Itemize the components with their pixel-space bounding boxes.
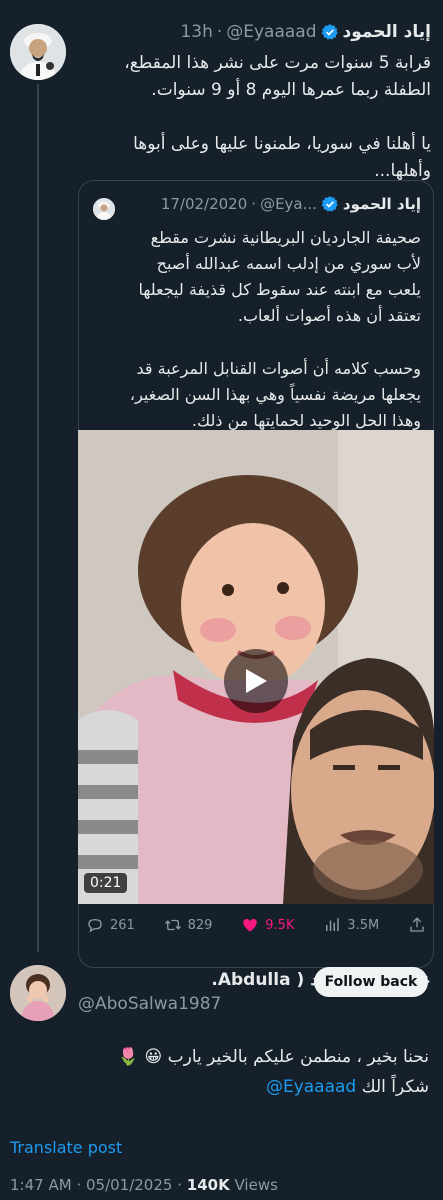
verified-badge-icon — [321, 196, 338, 212]
reply-button[interactable]: 261 — [86, 916, 135, 934]
video-duration: 0:21 — [84, 873, 128, 893]
text-line: لأب سوري من إدلب اسمه عبدالله أصبح — [156, 254, 421, 273]
reply-author-handle[interactable]: @AboSalwa1987 — [78, 994, 221, 1014]
author-handle[interactable]: @Eyaaaad — [226, 22, 316, 42]
child-avatar-icon — [10, 965, 66, 1021]
text-line: يجعلها مريضة نفسياً وهي بهذا السن الصغير… — [129, 385, 421, 404]
post-views-count: 140K — [186, 1176, 230, 1194]
repost-count: 829 — [187, 917, 213, 933]
author-avatar[interactable] — [10, 24, 66, 80]
share-icon — [410, 917, 424, 932]
play-button[interactable] — [224, 649, 288, 713]
text-prefix: شكراً الك — [356, 1077, 429, 1097]
thread-line — [37, 84, 39, 952]
follow-back-button[interactable]: Follow back — [314, 967, 428, 997]
separator-dot: · — [177, 1176, 187, 1194]
separator-dot: · — [76, 1176, 86, 1194]
verified-badge-icon — [321, 24, 338, 40]
reply-author-avatar[interactable] — [10, 965, 66, 1021]
quoted-tweet-header: إياد الحمود @Eya... · 17/02/2020 — [101, 195, 421, 213]
repost-icon — [164, 919, 181, 931]
post-time[interactable]: 1:47 AM — [10, 1176, 72, 1194]
views-chart-icon — [326, 918, 340, 931]
repost-button[interactable]: 829 — [164, 916, 213, 934]
quoted-author-name: إياد الحمود — [342, 195, 421, 213]
text-line: قرابة 5 سنوات مرت على نشر هذا المقطع، — [124, 53, 431, 73]
mention-link[interactable]: @Eyaaaad — [266, 1077, 356, 1097]
text-line: الطفلة ربما عمرها اليوم 8 أو 9 سنوات. — [151, 80, 431, 100]
post-metadata: 1:47 AM · 05/01/2025 · 140K Views — [10, 1176, 278, 1194]
like-button[interactable]: 9.5K — [241, 916, 294, 934]
reply-icon — [88, 919, 102, 933]
play-icon — [246, 669, 267, 693]
quoted-tweet-date: 17/02/2020 — [160, 195, 248, 213]
quoted-author-handle: @Eya... — [260, 195, 317, 213]
video-player[interactable]: 0:21 — [78, 430, 434, 904]
text-line: صحيفة الجارديان البريطانية نشرت مقطع — [150, 228, 421, 247]
views-count: 3.5M — [347, 917, 380, 933]
reply-text: نحنا بخير ، منطمن عليكم بالخير يارب 😀 🌷 … — [29, 1042, 429, 1102]
text-line: وحسب كلامه أن أصوات القنابل المرعبة قد — [136, 359, 421, 378]
translate-post-link[interactable]: Translate post — [10, 1138, 122, 1157]
text-gap — [91, 329, 421, 356]
heart-icon — [243, 919, 258, 932]
separator-dot: · — [251, 195, 257, 213]
person-avatar-icon — [10, 24, 66, 80]
views-button[interactable]: 3.5M — [323, 916, 379, 934]
text-line: تعتقد أن هذه أصوات ألعاب. — [237, 306, 421, 325]
text-line: نحنا بخير ، منطمن عليكم بالخير يارب 😀 🌷 — [117, 1047, 429, 1067]
main-tweet-text: قرابة 5 سنوات مرت على نشر هذا المقطع، ال… — [66, 50, 431, 185]
post-views-label: Views — [234, 1176, 278, 1194]
quoted-tweet-text: صحيفة الجارديان البريطانية نشرت مقطع لأب… — [91, 225, 421, 434]
post-date[interactable]: 05/01/2025 — [86, 1176, 172, 1194]
text-line: يلعب مع ابنته عند سقوط كل قذيفة ليجعلها — [138, 280, 421, 299]
share-button[interactable] — [408, 916, 426, 934]
tweet-time[interactable]: 13h — [180, 22, 212, 42]
text-line: يا أهلنا في سوريا، طمنونا عليها وعلى أبو… — [133, 134, 431, 154]
author-name[interactable]: إياد الحمود — [343, 22, 431, 42]
separator-dot: · — [216, 22, 223, 42]
reply-count: 261 — [110, 917, 135, 933]
like-count: 9.5K — [265, 917, 295, 933]
text-gap — [66, 104, 431, 131]
action-bar: 261 829 9.5K 3.5M — [86, 912, 426, 938]
main-tweet-header: إياد الحمود @Eyaaaad · 13h — [81, 22, 431, 42]
text-line: شكراً الك @Eyaaaad — [29, 1072, 429, 1102]
